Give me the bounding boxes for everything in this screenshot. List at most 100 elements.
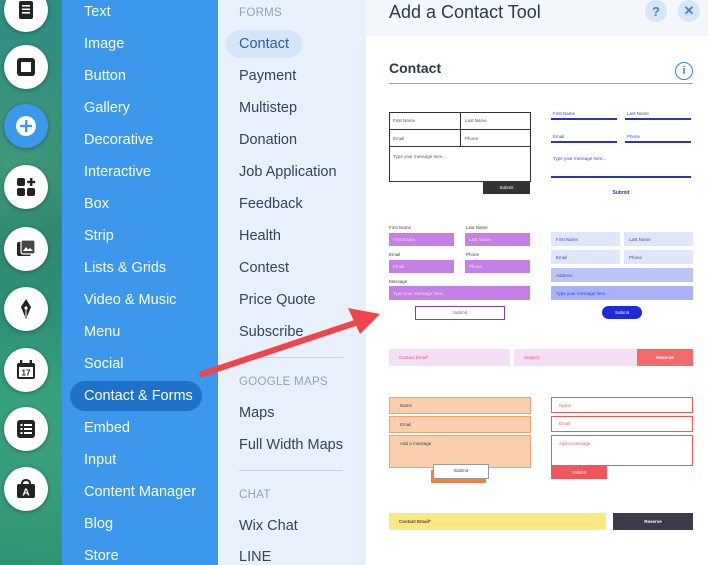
field-message: Add a message	[400, 441, 432, 446]
field-email: Email	[559, 421, 571, 426]
pen-icon[interactable]	[4, 287, 48, 331]
submit-label: Submit	[571, 470, 586, 475]
contact-form-template-2[interactable]: First Name Last Name Email Phone Type yo…	[551, 108, 693, 200]
placeholder-email: Email	[393, 264, 405, 269]
contact-form-template-3[interactable]: First Name Last Name First Name Last Nam…	[389, 224, 531, 320]
input-box	[551, 435, 693, 466]
panel-title: Add a Contact Tool	[389, 2, 541, 22]
app-market-icon[interactable]: A	[4, 467, 48, 511]
calendar-icon[interactable]: 17	[4, 348, 48, 392]
panel-header: Add a Contact Tool ? ✕	[366, 0, 708, 36]
label-phone: Phone	[466, 252, 480, 257]
section-title-chat: CHAT	[239, 489, 271, 501]
field-message: Add a message	[559, 441, 591, 446]
info-icon[interactable]: i	[675, 62, 693, 80]
calendar-number: 17	[22, 369, 31, 378]
field-last-name: Last Name	[627, 111, 649, 116]
label-first-name: First Name	[389, 225, 412, 230]
category-content-manager[interactable]: Content Manager	[84, 484, 196, 500]
category-store[interactable]: Store	[84, 548, 119, 564]
placeholder-message: Type your message here...	[393, 291, 447, 296]
divider	[239, 470, 343, 471]
submit-label: Submit	[452, 310, 467, 315]
category-video-music[interactable]: Video & Music	[84, 292, 176, 308]
field-message: Type your message here...	[393, 154, 447, 159]
help-button[interactable]: ?	[645, 0, 667, 22]
category-gallery[interactable]: Gallery	[84, 100, 130, 116]
media-icon[interactable]	[4, 227, 48, 271]
list-icon[interactable]	[4, 407, 48, 451]
contact-form-template-5[interactable]: Contact Email* Subject Reserve	[389, 349, 693, 367]
field-last-name: Last Name	[629, 237, 651, 242]
underline	[551, 118, 617, 120]
field-last-name: Last Name	[465, 118, 487, 123]
field-email: Email	[553, 134, 565, 139]
category-embed[interactable]: Embed	[84, 420, 130, 436]
section-title-forms: FORMS	[239, 7, 283, 19]
field-first-name: First Name	[556, 237, 579, 242]
sub-item-full-width-maps[interactable]: Full Width Maps	[239, 437, 343, 453]
section-label-contact: Contact	[389, 60, 442, 76]
field-first-name: First Name	[553, 111, 576, 116]
contact-form-template-6[interactable]: Name Email Add a message Submit	[389, 397, 531, 485]
sub-item-line[interactable]: LINE	[239, 549, 271, 565]
sub-item-contact[interactable]: Contact	[226, 30, 302, 58]
submit-label: Submit	[499, 185, 514, 190]
field-contact-email: Contact Email*	[399, 355, 429, 360]
submit-button: Submit	[612, 190, 630, 196]
contact-form-template-1[interactable]: First Name Last Name Email Phone Type yo…	[389, 112, 531, 194]
sub-item-donation[interactable]: Donation	[239, 132, 297, 148]
annotation-arrow	[199, 308, 380, 377]
field-address: Address	[556, 273, 573, 278]
category-button[interactable]: Button	[84, 68, 126, 84]
sub-item-multistep[interactable]: Multistep	[239, 100, 297, 116]
field-message: Type your message here...	[553, 156, 607, 161]
sub-item-payment[interactable]: Payment	[239, 68, 296, 84]
category-strip[interactable]: Strip	[84, 228, 114, 244]
placeholder-last-name: Last Name	[469, 237, 491, 242]
close-button[interactable]: ✕	[678, 0, 700, 22]
sub-item-wix-chat[interactable]: Wix Chat	[239, 518, 298, 534]
category-interactive[interactable]: Interactive	[84, 164, 151, 180]
category-decorative[interactable]: Decorative	[84, 132, 153, 148]
sub-item-feedback[interactable]: Feedback	[239, 196, 303, 212]
grid-line	[389, 129, 530, 130]
field-first-name: First Name	[393, 118, 416, 123]
input-box	[551, 397, 693, 413]
field-email: Email	[556, 255, 568, 260]
submit-label: Reserve	[656, 355, 674, 360]
category-image[interactable]: Image	[84, 36, 124, 52]
contact-form-template-7[interactable]: Name Email Add a message Submit	[551, 397, 693, 481]
sub-item-health[interactable]: Health	[239, 228, 281, 244]
apps-icon[interactable]	[4, 165, 48, 209]
category-text[interactable]: Text	[84, 4, 111, 20]
add-elements-categories: Text Image Button Gallery Decorative Int…	[62, 0, 218, 565]
field-contact-email: Contact Email*	[399, 519, 431, 524]
sub-item-contest[interactable]: Contest	[239, 260, 289, 276]
sub-item-job-application[interactable]: Job Application	[239, 164, 337, 180]
underline	[551, 141, 617, 143]
category-blog[interactable]: Blog	[84, 516, 113, 532]
placeholder-first-name: First Name	[393, 237, 416, 242]
category-lists-grids[interactable]: Lists & Grids	[84, 260, 166, 276]
field-message: Type your message here...	[556, 291, 610, 296]
category-input[interactable]: Input	[84, 452, 116, 468]
field-phone: Phone	[627, 134, 641, 139]
input-box	[551, 416, 693, 432]
field-phone: Phone	[465, 136, 479, 141]
left-toolbar: 17 A	[0, 0, 62, 565]
contact-form-template-4[interactable]: First Name Last Name Email Phone Address…	[551, 232, 693, 322]
category-menu[interactable]: Menu	[84, 324, 120, 340]
category-social[interactable]: Social	[84, 356, 124, 372]
section-divider	[389, 83, 693, 84]
field-email: Email	[393, 136, 405, 141]
market-letter: A	[22, 488, 29, 499]
contact-form-template-8[interactable]: Contact Email* Reserve	[389, 513, 693, 531]
sub-item-maps[interactable]: Maps	[239, 405, 274, 421]
submit-label: Submit	[614, 310, 629, 315]
label-email: Email	[389, 252, 401, 257]
category-box[interactable]: Box	[84, 196, 109, 212]
category-contact-forms[interactable]: Contact & Forms	[70, 381, 202, 411]
add-icon[interactable]	[4, 104, 48, 148]
box-icon[interactable]	[4, 45, 48, 89]
